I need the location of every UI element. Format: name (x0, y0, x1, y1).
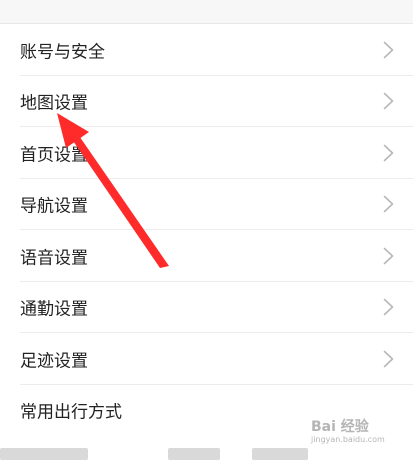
chevron-right-icon (383, 298, 394, 316)
settings-item-label: 导航设置 (20, 196, 88, 217)
chevron-right-icon (383, 247, 394, 265)
blurred-block (168, 448, 220, 460)
chevron-right-icon (383, 195, 394, 213)
settings-item-home[interactable]: 首页设置 (0, 127, 413, 179)
chevron-right-icon (383, 41, 394, 59)
chevron-right-icon (383, 92, 394, 110)
settings-item-label: 常用出行方式 (20, 402, 122, 423)
top-section-gap (0, 0, 413, 24)
settings-item-label: 通勤设置 (20, 299, 88, 320)
chevron-right-icon (383, 350, 394, 368)
settings-item-label: 语音设置 (20, 248, 88, 269)
settings-item-voice[interactable]: 语音设置 (0, 230, 413, 282)
chevron-right-icon (383, 144, 394, 162)
settings-list: 账号与安全 地图设置 首页设置 导航设置 语音设置 通勤设置 足迹设置 常用出行… (0, 24, 413, 436)
settings-item-label: 足迹设置 (20, 351, 88, 372)
settings-item-navigation[interactable]: 导航设置 (0, 179, 413, 231)
settings-item-label: 账号与安全 (20, 42, 105, 63)
settings-item-map[interactable]: 地图设置 (0, 76, 413, 128)
settings-item-label: 地图设置 (20, 93, 88, 114)
settings-item-label: 首页设置 (20, 145, 88, 166)
watermark-logo: Bai 经验 (311, 419, 369, 435)
settings-item-commute[interactable]: 通勤设置 (0, 282, 413, 334)
blurred-block (0, 448, 88, 460)
settings-item-account-security[interactable]: 账号与安全 (0, 24, 413, 76)
watermark: Bai 经验 jingyan.baidu.com (311, 416, 399, 450)
settings-item-footprint[interactable]: 足迹设置 (0, 333, 413, 385)
watermark-url: jingyan.baidu.com (311, 435, 385, 444)
blurred-block (252, 448, 308, 460)
